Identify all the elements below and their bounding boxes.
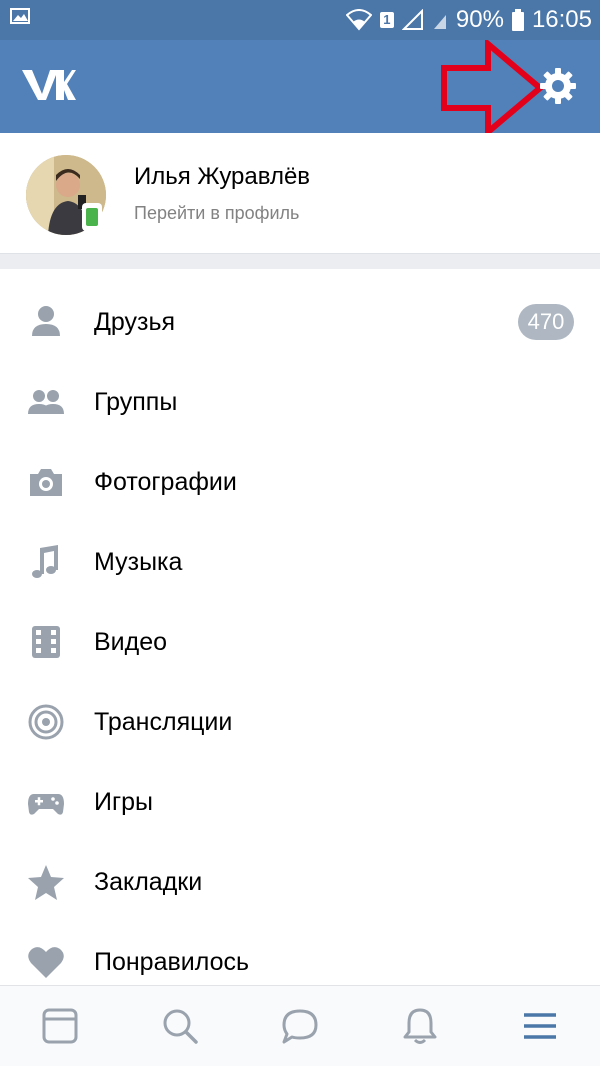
menu-item-games[interactable]: Игры <box>0 762 600 842</box>
menu-item-label: Понравилось <box>94 948 250 976</box>
vk-logo-icon <box>22 70 76 100</box>
profile-card[interactable]: Илья Журавлёв Перейти в профиль <box>0 133 600 253</box>
menu-item-label: Группы <box>94 388 178 416</box>
news-icon[interactable] <box>40 1006 80 1046</box>
wifi-icon <box>345 9 372 31</box>
battery-icon <box>511 9 524 31</box>
gallery-notification-icon <box>10 8 30 24</box>
menu-item-label: Музыка <box>94 548 183 576</box>
menu-item-label: Трансляции <box>94 708 233 736</box>
profile-name: Илья Журавлёв <box>134 163 311 190</box>
menu-item-groups[interactable]: Группы <box>0 362 600 442</box>
menu-item-music[interactable]: Музыка <box>0 522 600 602</box>
profile-link[interactable]: Перейти в профиль <box>134 203 299 224</box>
menu-item-friends[interactable]: Друзья 470 <box>0 282 600 362</box>
mobile-online-icon <box>82 203 102 231</box>
heart-icon <box>28 947 64 978</box>
menu-icon[interactable] <box>520 1006 560 1046</box>
battery-percent: 90% <box>455 6 504 33</box>
friends-count-badge: 470 <box>518 304 574 340</box>
people-icon <box>28 390 64 414</box>
menu-item-video[interactable]: Видео <box>0 602 600 682</box>
status-bar: 1 90% 16:05 <box>0 0 600 40</box>
gamepad-icon <box>28 794 64 815</box>
bottom-navigation <box>0 985 600 1066</box>
settings-gear-icon[interactable] <box>538 66 578 106</box>
notifications-icon[interactable] <box>400 1006 440 1046</box>
sim-indicator: 1 <box>379 12 394 28</box>
menu-item-broadcasts[interactable]: Трансляции <box>0 682 600 762</box>
person-icon <box>32 306 60 336</box>
annotation-arrow <box>441 40 545 136</box>
clock: 16:05 <box>531 6 592 33</box>
menu-item-photos[interactable]: Фотографии <box>0 442 600 522</box>
menu-item-bookmarks[interactable]: Закладки <box>0 842 600 922</box>
search-icon[interactable] <box>160 1006 200 1046</box>
menu-item-label: Друзья <box>94 308 176 336</box>
star-icon <box>28 865 64 900</box>
menu-item-label: Фотографии <box>94 468 237 496</box>
messages-icon[interactable] <box>280 1006 320 1046</box>
signal-icon <box>401 9 423 30</box>
camera-icon <box>30 469 62 496</box>
music-note-icon <box>32 545 58 578</box>
menu-item-label: Видео <box>94 628 168 656</box>
menu-list: Друзья 470 Группы Фотографии Музыка Виде… <box>0 269 600 985</box>
section-divider <box>0 253 600 269</box>
broadcast-icon <box>28 704 64 740</box>
menu-item-label: Закладки <box>94 868 203 896</box>
signal-icon-2 <box>433 15 446 29</box>
film-icon <box>32 626 60 658</box>
menu-item-label: Игры <box>94 788 153 816</box>
